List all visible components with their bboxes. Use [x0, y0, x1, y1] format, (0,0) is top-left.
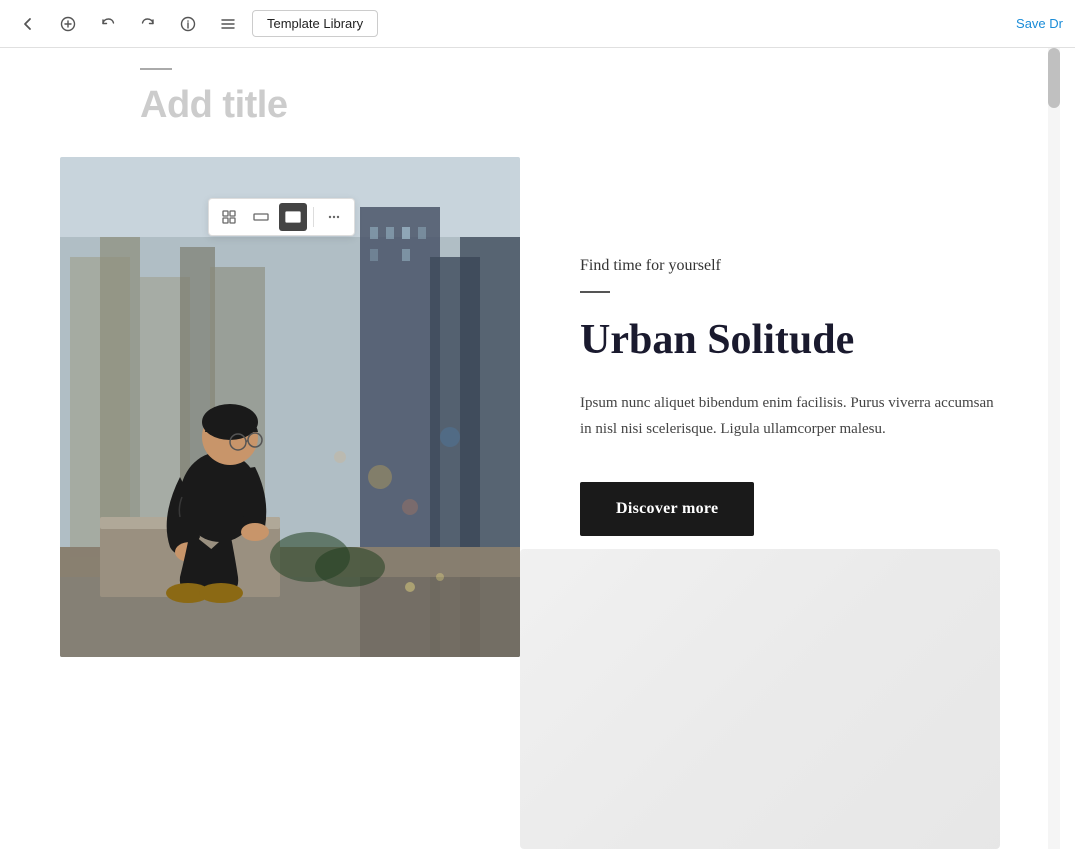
content-divider — [580, 291, 610, 293]
title-divider — [140, 68, 172, 70]
scrollbar-thumb[interactable] — [1048, 48, 1060, 108]
toolbar-divider — [313, 207, 314, 227]
body-text: Ipsum nunc aliquet bibendum enim facilis… — [580, 391, 1000, 442]
template-library-label: Template Library — [267, 16, 363, 31]
floating-toolbar — [208, 198, 355, 236]
page-title-section: Add title — [0, 48, 1060, 127]
save-draft-button[interactable]: Save Dr — [1016, 16, 1063, 31]
main-heading: Urban Solitude — [580, 317, 1000, 363]
right-content: Find time for yourself Urban Solitude Ip… — [580, 157, 1000, 536]
add-button[interactable] — [52, 8, 84, 40]
back-button[interactable] — [12, 8, 44, 40]
more-options-button[interactable] — [320, 203, 348, 231]
large-layout-button[interactable] — [279, 203, 307, 231]
canvas-area: Add title — [0, 48, 1060, 849]
info-button[interactable] — [172, 8, 204, 40]
menu-button[interactable] — [212, 8, 244, 40]
template-library-button[interactable]: Template Library — [252, 10, 378, 37]
background-watermark — [520, 549, 1000, 849]
grid-view-button[interactable] — [215, 203, 243, 231]
discover-more-button[interactable]: Discover more — [580, 482, 754, 536]
save-label: Save Dr — [1016, 16, 1063, 31]
page-title-placeholder[interactable]: Add title — [140, 84, 920, 127]
tagline: Find time for yourself — [580, 257, 1000, 275]
redo-button[interactable] — [132, 8, 164, 40]
undo-button[interactable] — [92, 8, 124, 40]
toolbar-left: Template Library — [12, 8, 378, 40]
medium-layout-button[interactable] — [247, 203, 275, 231]
toolbar: Template Library Save Dr — [0, 0, 1075, 48]
